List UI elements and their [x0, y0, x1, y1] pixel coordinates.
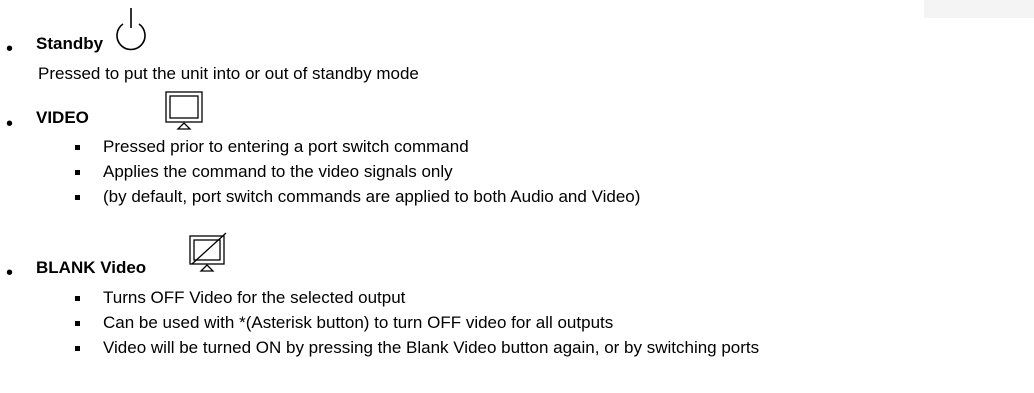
section-title: VIDEO: [36, 108, 89, 127]
square-bullet: [75, 145, 80, 150]
square-bullet: [75, 321, 80, 326]
bullet: •: [6, 113, 14, 135]
list-item: Applies the command to the video signals…: [103, 162, 453, 181]
list-item: (by default, port switch commands are ap…: [103, 187, 641, 206]
square-bullet: [75, 195, 80, 200]
square-bullet: [75, 296, 80, 301]
section-title: Standby: [36, 34, 104, 53]
list-item: Video will be turned ON by pressing the …: [103, 338, 760, 357]
square-bullet: [75, 170, 80, 175]
list-item: Pressed prior to entering a port switch …: [103, 137, 469, 156]
corner-shade: [924, 0, 1034, 18]
section-title: BLANK Video: [36, 258, 147, 277]
section-description: Pressed to put the unit into or out of s…: [38, 64, 419, 83]
bullet: •: [6, 38, 14, 60]
power-icon: [113, 8, 149, 51]
bullet: •: [6, 262, 14, 284]
square-bullet: [75, 346, 80, 351]
list-item: Turns OFF Video for the selected output: [103, 288, 406, 307]
list-item: Can be used with *(Asterisk button) to t…: [103, 313, 614, 332]
monitor-icon: [165, 91, 203, 131]
blank-monitor-icon: [189, 232, 227, 273]
